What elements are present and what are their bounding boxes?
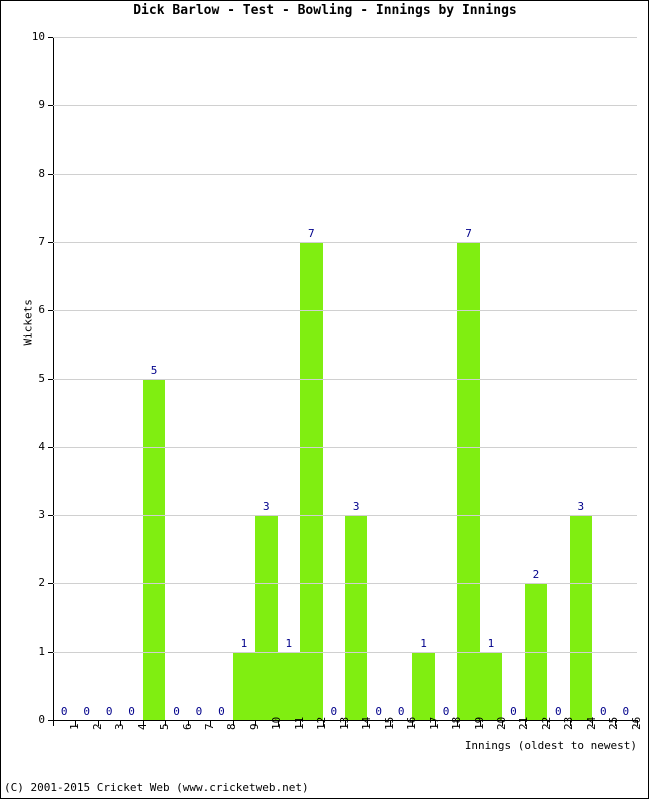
x-axis-label: 10 — [270, 716, 284, 730]
gridline — [53, 583, 637, 585]
x-axis-label: 3 — [113, 723, 127, 730]
bar-value-label: 2 — [532, 568, 540, 582]
x-axis-label: 15 — [382, 716, 396, 730]
x-axis-label: 11 — [292, 716, 306, 730]
y-axis-tick — [48, 173, 53, 175]
gridline — [53, 515, 637, 517]
bar[interactable] — [232, 651, 256, 720]
x-axis-label: 18 — [450, 716, 464, 730]
bar-value-label: 0 — [599, 705, 607, 718]
x-axis-label: 23 — [562, 716, 576, 730]
y-axis-tick — [48, 583, 53, 585]
bar-value-label: 3 — [352, 500, 360, 514]
bar-value-label: 0 — [83, 705, 90, 718]
bar-value-label: 0 — [510, 705, 517, 718]
y-axis-tick — [48, 105, 53, 107]
y-axis-tick — [48, 241, 53, 243]
y-axis-tick — [48, 446, 53, 448]
bar-value-label: 0 — [218, 705, 225, 718]
bar[interactable] — [479, 651, 503, 720]
plot-area: 0 0 0 0 5 0 0 0 1 3 1 7 0 3 0 0 1 0 7 1 0 2 0 3 0 0 — [53, 37, 637, 720]
bar[interactable] — [277, 651, 301, 720]
gridline — [53, 651, 637, 653]
copyright-footer: (C) 2001-2015 Cricket Web (www.cricketwe… — [4, 781, 309, 794]
x-axis-label: 19 — [472, 716, 486, 730]
bar-value-label: 0 — [105, 705, 113, 718]
x-axis-label: 5 — [158, 723, 172, 730]
x-axis-tick — [53, 721, 54, 726]
bar-value-label: 0 — [173, 705, 180, 718]
y-axis-tick — [48, 515, 53, 517]
x-axis-label: 9 — [247, 723, 261, 730]
bar-value-label: 0 — [195, 705, 203, 718]
bar-value-label: 1 — [240, 636, 248, 650]
gridline — [53, 37, 637, 38]
y-axis-label: 5 — [38, 371, 45, 385]
bar-value-label: 3 — [263, 500, 270, 514]
bar-value-label: 1 — [285, 636, 293, 650]
gridline — [53, 378, 637, 380]
gridline — [53, 446, 637, 448]
bar-value-label: 0 — [60, 705, 68, 718]
bar-value-label: 3 — [577, 500, 585, 514]
y-axis-label: 1 — [38, 644, 45, 658]
y-axis-label: 2 — [38, 576, 45, 590]
y-axis-label: 7 — [38, 234, 45, 248]
bar-value-label: 7 — [465, 226, 472, 240]
y-axis-tick — [48, 37, 53, 38]
x-axis-label: 14 — [360, 716, 374, 730]
bar-value-label: 0 — [330, 705, 338, 718]
x-axis-label: 20 — [495, 716, 508, 730]
x-axis-label: 1 — [68, 723, 82, 730]
bar[interactable] — [569, 515, 593, 720]
y-axis-label: 0 — [38, 713, 45, 726]
x-axis-label: 24 — [584, 716, 598, 730]
gridline — [53, 310, 637, 312]
x-axis-label: 6 — [180, 723, 194, 730]
bar[interactable] — [457, 241, 480, 720]
gridline — [53, 173, 637, 175]
y-axis-label: 3 — [38, 508, 45, 522]
bar-value-label: 0 — [442, 705, 450, 718]
chart-title: Dick Barlow - Test - Bowling - Innings b… — [133, 3, 517, 18]
gridline — [53, 241, 637, 243]
x-axis-label: 8 — [225, 723, 239, 730]
x-axis-label: 16 — [405, 716, 419, 730]
x-axis-label: 4 — [135, 723, 149, 730]
bar-value-label: 0 — [555, 705, 562, 718]
bar-value-label: 0 — [397, 705, 405, 718]
gridline — [53, 105, 637, 107]
x-axis-label: 12 — [315, 716, 329, 730]
x-axis-label: 21 — [517, 716, 531, 730]
y-axis-label: 8 — [38, 166, 45, 180]
bar-value-label: 0 — [128, 705, 135, 718]
y-axis-tick — [48, 378, 53, 380]
y-axis-tick — [48, 651, 53, 653]
bar-value-label: 1 — [420, 636, 427, 650]
bar[interactable] — [345, 515, 368, 720]
y-axis-label: 10 — [31, 30, 45, 43]
y-axis-tick — [48, 310, 53, 312]
bar[interactable] — [300, 241, 323, 720]
bar-value-label: 7 — [307, 226, 315, 240]
y-axis-label: 9 — [38, 98, 45, 112]
bar[interactable] — [142, 378, 166, 720]
x-axis-label: 17 — [427, 716, 441, 730]
y-axis-label: 6 — [38, 303, 45, 317]
x-axis-label: 2 — [90, 723, 104, 730]
x-axis-title: Innings (oldest to newest) — [464, 739, 637, 752]
bar[interactable] — [255, 515, 278, 720]
y-axis-label: 4 — [38, 439, 45, 453]
x-axis-label: 22 — [539, 716, 553, 730]
bar-value-label: 0 — [375, 705, 382, 718]
bar-value-label: 1 — [487, 636, 495, 650]
bar-value-label: 5 — [150, 363, 158, 377]
y-axis-title: Wickets — [21, 299, 35, 346]
x-axis-label: 26 — [629, 716, 643, 730]
x-axis-label: 7 — [203, 723, 216, 730]
x-axis-label: 13 — [337, 716, 351, 730]
bar-value-label: 0 — [622, 705, 630, 718]
bar[interactable] — [412, 651, 435, 720]
x-axis-label: 25 — [607, 716, 621, 730]
